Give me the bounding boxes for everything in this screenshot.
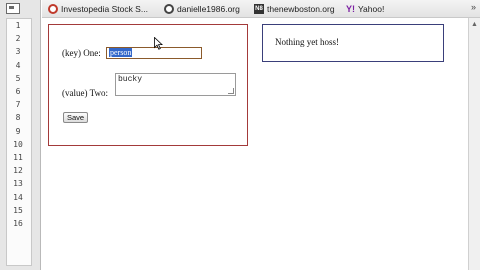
bookmark-label: Yahoo! bbox=[358, 4, 385, 14]
line-number: 5 bbox=[15, 73, 21, 83]
output-text: Nothing yet hoss! bbox=[275, 37, 339, 47]
line-number: 12 bbox=[13, 166, 23, 176]
line-number: 10 bbox=[13, 139, 23, 149]
line-number-gutter: 1 2 3 4 5 6 7 8 9 10 11 12 13 14 15 16 bbox=[0, 0, 41, 270]
bookmark-danielle[interactable]: danielle1986.org bbox=[164, 3, 240, 15]
line-number: 9 bbox=[15, 126, 21, 136]
danielle-icon bbox=[164, 4, 174, 14]
save-button[interactable]: Save bbox=[63, 112, 89, 123]
bookmark-investopedia[interactable]: Investopedia Stock S... bbox=[48, 3, 148, 15]
line-number: 4 bbox=[15, 60, 21, 70]
value-textarea[interactable]: bucky bbox=[115, 73, 236, 96]
line-number: 7 bbox=[15, 100, 21, 110]
key-label: (key) One: bbox=[62, 48, 101, 58]
bookmark-thenewboston[interactable]: N8 thenewboston.org bbox=[254, 3, 335, 15]
bookmark-label: thenewboston.org bbox=[267, 4, 335, 14]
line-number: 16 bbox=[13, 219, 23, 228]
line-number: 11 bbox=[13, 153, 23, 162]
output-panel: Nothing yet hoss! bbox=[262, 24, 444, 62]
bookmark-yahoo[interactable]: Y! Yahoo! bbox=[346, 3, 384, 15]
line-number: 13 bbox=[13, 179, 23, 189]
key-input-selected-text: person bbox=[109, 48, 133, 57]
line-number: 6 bbox=[15, 87, 21, 96]
bookmark-label: danielle1986.org bbox=[177, 4, 240, 14]
vertical-scrollbar[interactable]: ▲ bbox=[468, 18, 480, 270]
line-number: 3 bbox=[15, 47, 21, 57]
line-number: 8 bbox=[15, 113, 21, 123]
line-number: 1 bbox=[15, 21, 21, 30]
line-number: 2 bbox=[15, 34, 21, 44]
editor-menu-icon[interactable] bbox=[6, 3, 20, 14]
investopedia-icon bbox=[48, 4, 58, 14]
bookmarks-overflow-chevron[interactable]: » bbox=[471, 2, 476, 12]
scroll-up-arrow-icon[interactable]: ▲ bbox=[471, 20, 478, 28]
value-label: (value) Two: bbox=[62, 88, 108, 98]
bookmarks-toolbar: Investopedia Stock S... danielle1986.org… bbox=[42, 0, 480, 18]
bookmark-label: Investopedia Stock S... bbox=[61, 4, 148, 14]
line-number: 15 bbox=[13, 205, 23, 215]
thenewboston-icon: N8 bbox=[254, 4, 264, 14]
mouse-cursor-icon bbox=[154, 37, 163, 50]
line-number: 14 bbox=[13, 192, 23, 202]
yahoo-icon: Y! bbox=[346, 4, 355, 14]
key-value-form: (key) One: person (value) Two: bucky Sav… bbox=[48, 24, 248, 146]
